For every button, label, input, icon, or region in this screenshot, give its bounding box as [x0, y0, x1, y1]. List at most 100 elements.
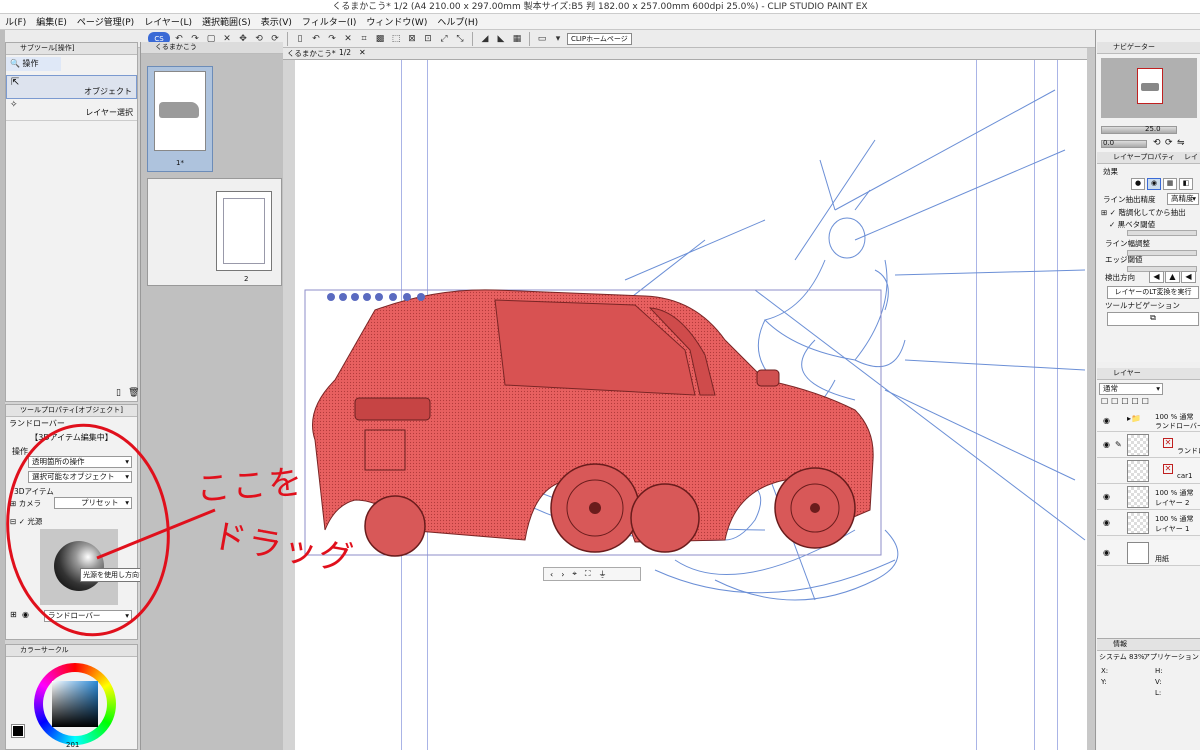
layer-row-3d-selected[interactable]: ◉ ✎ ✕ ランドロ	[1097, 432, 1200, 458]
new-subtool-icon[interactable]: ▯	[116, 388, 121, 398]
direction-right-icon[interactable]: ◀	[1181, 271, 1196, 283]
effect-dot-icon[interactable]: ●	[1131, 178, 1145, 190]
visibility-eye-icon[interactable]: ◉	[1103, 416, 1110, 425]
menu-edit[interactable]: 編集(E)	[31, 15, 72, 28]
menu-file[interactable]: ル(F)	[0, 15, 31, 28]
menu-filter[interactable]: フィルター(I)	[297, 15, 362, 28]
layer-tab[interactable]: レイヤー	[1097, 368, 1200, 380]
canvas-tab[interactable]: くるまかこう*	[287, 48, 336, 59]
visibility-eye-icon[interactable]: ◉	[1103, 492, 1110, 501]
visibility-eye-icon[interactable]: ◉	[1103, 440, 1110, 449]
menu-window[interactable]: ウィンドウ(W)	[361, 15, 432, 28]
menu-help[interactable]: ヘルプ(H)	[432, 15, 483, 28]
rotate-left-icon[interactable]: ⟲	[1153, 138, 1161, 148]
subtool-item-layer-select[interactable]: ✧ レイヤー選択	[6, 99, 137, 121]
lock-icon[interactable]: ☐	[1101, 397, 1108, 406]
rotate-right-icon[interactable]: ⟳	[1165, 138, 1173, 148]
effect-line-icon[interactable]: ◉	[1147, 178, 1161, 190]
info-tab[interactable]: 情報	[1097, 639, 1200, 651]
close-canvas-icon[interactable]: ✕	[359, 48, 366, 57]
trim-icon[interactable]: ⌗	[357, 32, 371, 45]
posterize-checkbox[interactable]: ⊞ ✓ 階調化してから抽出	[1101, 207, 1186, 218]
subtool-item-object[interactable]: ⇱ オブジェクト	[6, 75, 137, 99]
visibility-eye-icon[interactable]: ◉	[1103, 518, 1110, 527]
hue-ring[interactable]	[34, 663, 116, 745]
direction-up-icon[interactable]: ▲	[1165, 271, 1180, 283]
next-icon[interactable]: ›	[561, 570, 564, 579]
saturation-box[interactable]	[52, 681, 98, 727]
clip-icon[interactable]: ☐	[1111, 397, 1118, 406]
operation-dropdown[interactable]: 透明箇所の操作	[28, 456, 132, 468]
menu-selection[interactable]: 選択範囲(S)	[197, 15, 256, 28]
page-manager-tab[interactable]: くるまかこう	[141, 42, 283, 54]
snap-grid-icon[interactable]: ▦	[510, 32, 524, 45]
layer-property-tab[interactable]: レイヤープロパティ	[1113, 153, 1175, 161]
shrink-icon[interactable]: ⤡	[453, 32, 467, 45]
draft-icon[interactable]: ☐	[1132, 397, 1139, 406]
tool-property-tab[interactable]: ツールプロパティ[オブジェクト]	[6, 405, 137, 417]
clear-icon[interactable]: ✕	[341, 32, 355, 45]
black-threshold-slider[interactable]	[1127, 230, 1197, 236]
alpha-lock-icon[interactable]: ☐	[1142, 397, 1149, 406]
direction-left-icon[interactable]: ◀	[1149, 271, 1164, 283]
black-threshold-checkbox[interactable]: ✓ 黒ベタ閾値	[1109, 219, 1155, 230]
line-precision-dropdown[interactable]: 高精度	[1167, 193, 1199, 205]
redo2-icon[interactable]: ↷	[325, 32, 339, 45]
visibility-eye-icon[interactable]: ◉	[1103, 548, 1110, 557]
visibility-icon[interactable]: ◉	[22, 610, 29, 619]
reference-icon[interactable]: ☐	[1121, 397, 1128, 406]
color-circle-tab[interactable]: カラーサークル	[6, 645, 137, 657]
dropdown-icon[interactable]: ▾	[551, 32, 565, 45]
camera-icon[interactable]: ⌖	[572, 569, 577, 579]
navigator-tab[interactable]: ナビゲーター	[1097, 42, 1200, 54]
object-select-dropdown[interactable]: ランドローバー	[44, 610, 132, 622]
camera-row[interactable]: ⊞ カメラ	[10, 498, 41, 509]
effect-tone-icon[interactable]: ▦	[1163, 178, 1177, 190]
tool-navigation-button[interactable]: ⧉	[1107, 312, 1199, 326]
layer-row-folder[interactable]: ◉ ▸📁 100 % 通常 ランドローバー 2	[1097, 410, 1200, 432]
page-thumb-1[interactable]: 1*	[147, 66, 213, 172]
layer-row-paper[interactable]: ◉ 用紙	[1097, 540, 1200, 566]
snap-special-icon[interactable]: ◣	[494, 32, 508, 45]
subtool-tab[interactable]: サブツール[操作]	[6, 43, 137, 55]
invert-icon[interactable]: ⊡	[421, 32, 435, 45]
monitor-icon[interactable]: ▭	[535, 32, 549, 45]
page-thumb-2[interactable]: 2	[147, 178, 282, 286]
layer-row-layer1[interactable]: ◉ 100 % 通常 レイヤー 1	[1097, 510, 1200, 536]
flip-icon[interactable]: ⇋	[1177, 138, 1185, 148]
light-row[interactable]: ⊟ ✓ 光源	[10, 516, 42, 527]
undo2-icon[interactable]: ↶	[309, 32, 323, 45]
ground-icon[interactable]: ⏚	[599, 569, 607, 580]
zoom-slider[interactable]	[1101, 126, 1177, 134]
main-color-swatch[interactable]	[11, 724, 25, 738]
lt-convert-button[interactable]: レイヤーのLT変換を実行	[1107, 286, 1199, 299]
fit-icon[interactable]: ⛶	[585, 569, 591, 579]
light-direction-box[interactable]	[40, 529, 118, 605]
select-icon[interactable]: ⬚	[389, 32, 403, 45]
deselect-icon[interactable]: ⊠	[405, 32, 419, 45]
selectable-object-dropdown[interactable]: 選択可能なオブジェクト	[28, 471, 132, 483]
document-icon[interactable]: ▯	[293, 32, 307, 45]
canvas[interactable]: ‹ › ⌖ ⛶ ⏚	[295, 60, 1087, 750]
subtool-group-operation[interactable]: 🔍 操作	[6, 57, 61, 71]
menu-page[interactable]: ページ管理(P)	[72, 15, 139, 28]
navigator-preview[interactable]	[1101, 58, 1197, 118]
light-sphere[interactable]	[54, 541, 104, 591]
layer-property-tab-2[interactable]: レイ	[1184, 152, 1198, 163]
expand-item-icon[interactable]: ⊞	[10, 610, 17, 619]
menu-view[interactable]: 表示(V)	[256, 15, 297, 28]
canvas-drawing[interactable]	[295, 60, 1087, 750]
effect-color-icon[interactable]: ◧	[1179, 178, 1193, 190]
prev-icon[interactable]: ‹	[550, 570, 553, 579]
fill-icon[interactable]: ▩	[373, 32, 387, 45]
blend-mode-dropdown[interactable]: 通常	[1099, 383, 1163, 395]
delete-subtool-icon[interactable]: 🗑	[128, 388, 139, 398]
home-page-button[interactable]: CLIPホームページ	[567, 32, 632, 45]
canvas-scrollbar[interactable]	[1087, 48, 1095, 750]
snap-ruler-icon[interactable]: ◢	[478, 32, 492, 45]
layer-row-layer2[interactable]: ◉ 100 % 通常 レイヤー 2	[1097, 484, 1200, 510]
preset-dropdown[interactable]: プリセット	[54, 497, 132, 509]
layer-row-car1[interactable]: ✕ car1	[1097, 458, 1200, 484]
expand-icon[interactable]: ⤢	[437, 32, 451, 45]
menu-layer[interactable]: レイヤー(L)	[139, 15, 197, 28]
